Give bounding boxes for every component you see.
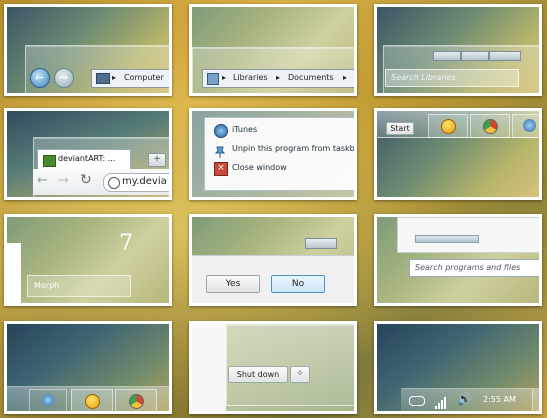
taskbar-button-messenger[interactable]: [428, 114, 468, 138]
shutdown-options-button[interactable]: ✧: [290, 366, 310, 383]
network-signal-icon[interactable]: [435, 394, 447, 411]
browser-tab-label: deviantART: ...: [58, 154, 116, 163]
tile-shutdown: Shut down ✧: [189, 321, 357, 414]
jumplist-item-label: Close window: [232, 163, 287, 172]
tile-breadcrumb: ▸ Libraries ▸ Documents ▸: [189, 4, 357, 96]
ie-icon: [523, 119, 536, 132]
tile-system-tray: 🔊 2:55 AM: [374, 321, 542, 414]
yes-button[interactable]: Yes: [206, 275, 260, 293]
site-globe-icon: [108, 177, 120, 189]
search-libraries-input[interactable]: Search Libraries: [385, 69, 519, 87]
chrome-icon: [483, 119, 498, 134]
back-icon[interactable]: ←: [37, 173, 48, 188]
clock-time[interactable]: 2:55 AM: [483, 395, 516, 404]
itunes-icon: [214, 124, 228, 138]
tile-start-search: Search programs and files: [374, 214, 542, 306]
tile-win7-theme: 7 Morph: [4, 214, 172, 306]
address-separator-arrow: ▸: [112, 73, 117, 82]
tile-explorer-nav: ← → ▸ Computer: [4, 4, 172, 96]
close-button[interactable]: [305, 238, 337, 249]
omnibox-url: my.devia: [122, 176, 167, 187]
forward-icon[interactable]: →: [58, 173, 69, 188]
breadcrumb-arrow-icon: ▸: [276, 73, 281, 82]
jumplist-item-close[interactable]: × Close window: [214, 161, 354, 177]
taskbar-button-ie[interactable]: [29, 389, 67, 411]
ie-icon: [42, 394, 54, 406]
progress-bar: [415, 235, 479, 243]
jumplist-item-label: Unpin this program from taskba: [232, 144, 357, 153]
action-center-icon[interactable]: [409, 396, 425, 406]
arrow-options-icon: ✧: [296, 369, 304, 379]
tile-dialog: Yes No: [189, 214, 357, 306]
taskbar-button-chrome[interactable]: [470, 114, 510, 138]
search-libraries-placeholder: Search Libraries: [391, 73, 456, 82]
tile-jumplist: iTunes Unpin this program from taskba × …: [189, 108, 357, 200]
start-search-placeholder: Search programs and files: [415, 263, 521, 272]
start-search-input[interactable]: Search programs and files: [409, 259, 539, 277]
window-caption-buttons: [433, 51, 521, 61]
shutdown-button[interactable]: Shut down: [228, 366, 288, 383]
tile-taskbar-icons: [4, 321, 172, 414]
close-window-icon: ×: [214, 162, 228, 176]
volume-icon[interactable]: 🔊: [457, 392, 472, 406]
computer-icon: [96, 73, 110, 84]
tile-taskbar-start: Start: [374, 108, 542, 200]
omnibox[interactable]: my.devia: [103, 173, 169, 192]
breadcrumb-arrow-icon: ▸: [222, 73, 227, 82]
start-menu-right: [226, 324, 354, 406]
browser-toolbar: ← → ↻ my.devia: [33, 169, 169, 195]
no-button[interactable]: No: [271, 275, 325, 293]
breadcrumb-libraries[interactable]: Libraries: [233, 73, 268, 82]
messenger-smiley-icon: [85, 394, 100, 409]
address-computer-label[interactable]: Computer: [124, 73, 164, 82]
breadcrumb-arrow-icon: ▸: [343, 73, 348, 82]
minimize-button[interactable]: [433, 51, 461, 61]
show-desktop-button[interactable]: [532, 389, 539, 411]
breadcrumb-documents[interactable]: Documents: [288, 73, 334, 82]
jumplist-item-unpin[interactable]: Unpin this program from taskba: [214, 142, 357, 158]
taskbar-button-chrome[interactable]: [115, 389, 157, 411]
tile-search-libraries: Search Libraries: [374, 4, 542, 96]
theme-morph-item[interactable]: Morph: [27, 275, 131, 297]
browser-tab[interactable]: deviantART: ...: [37, 149, 131, 170]
seven-logo: 7: [119, 231, 133, 256]
taskbar-button-ie[interactable]: [512, 114, 539, 138]
start-menu-left: [192, 324, 226, 411]
new-tab-button[interactable]: +: [148, 153, 166, 167]
theme-morph-label: Morph: [34, 281, 60, 290]
arrow-right-icon: →: [59, 71, 69, 84]
arrow-left-icon: ←: [35, 71, 45, 84]
close-button[interactable]: [489, 51, 521, 61]
start-button[interactable]: Start: [386, 122, 414, 135]
pin-icon: [214, 143, 226, 158]
address-bar[interactable]: ▸ Computer: [91, 69, 169, 88]
tile-browser: deviantART: ... + ← → ↻ my.devia: [4, 108, 172, 200]
taskbar-button-messenger[interactable]: [71, 389, 113, 411]
deviantart-favicon-icon: [43, 155, 56, 167]
forward-button[interactable]: →: [54, 68, 74, 88]
jumplist-item-label: iTunes: [232, 125, 258, 134]
back-button[interactable]: ←: [30, 68, 50, 88]
jumplist-item-itunes[interactable]: iTunes: [214, 123, 354, 139]
folder-icon: [207, 73, 219, 85]
maximize-button[interactable]: [461, 51, 489, 61]
messenger-smiley-icon: [441, 119, 456, 134]
panel-left: [7, 243, 21, 303]
breadcrumb[interactable]: ▸ Libraries ▸ Documents ▸: [202, 69, 354, 88]
chrome-icon: [129, 394, 144, 409]
reload-icon[interactable]: ↻: [80, 172, 92, 188]
